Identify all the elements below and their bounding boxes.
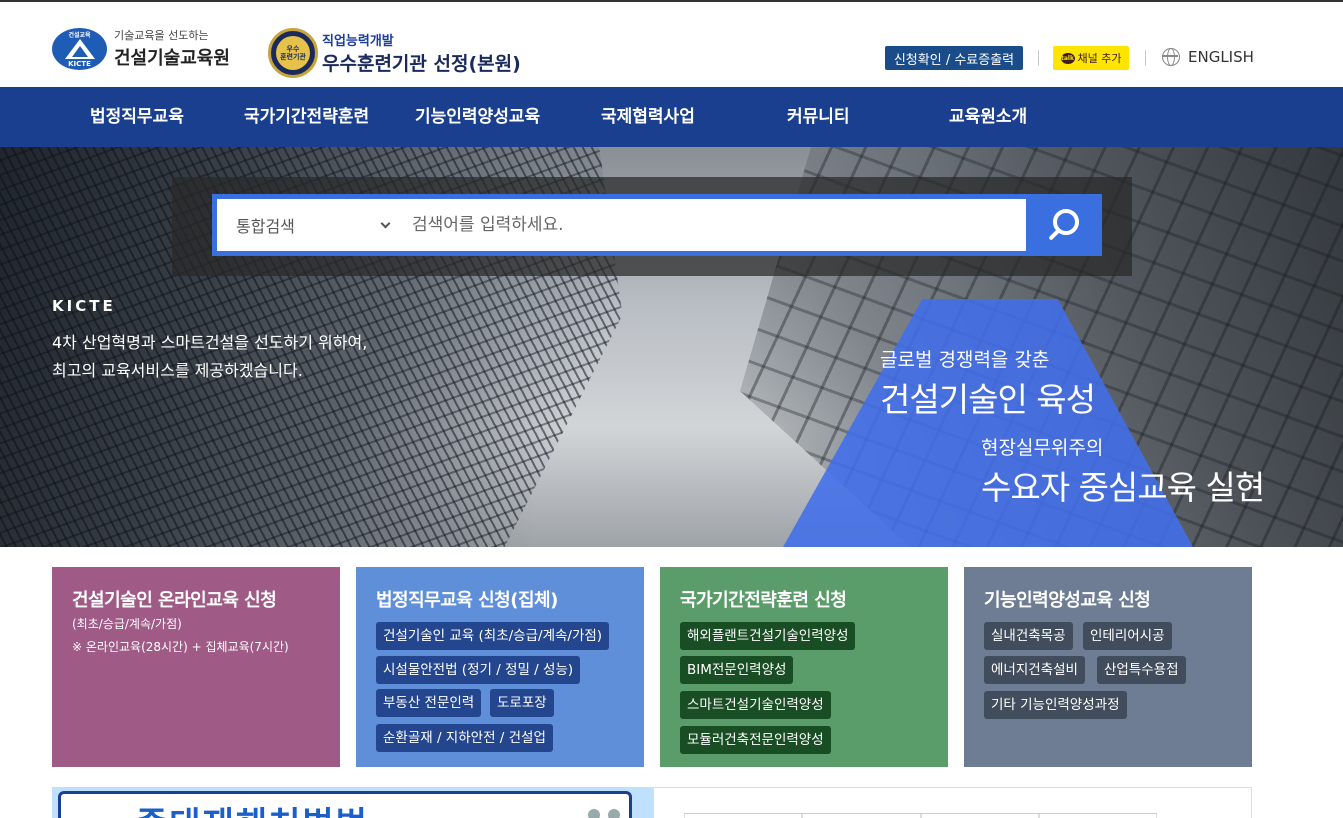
slider-dot[interactable] bbox=[608, 809, 620, 818]
card-title: 법정직무교육 신청(집체) bbox=[376, 590, 558, 611]
tag-interior-carpentry[interactable]: 실내건축목공 bbox=[984, 622, 1073, 650]
hero-brand: KICTE bbox=[52, 297, 116, 315]
tag-modular-construction[interactable]: 모듈러건축전문인력양성 bbox=[680, 726, 831, 754]
card-online-education[interactable]: 건설기술인 온라인교육 신청 (최초/승급/계속/가점) ※ 온라인교육(28시… bbox=[52, 567, 340, 767]
nav-item-community[interactable]: 커뮤니티 bbox=[787, 87, 850, 147]
hero-slogan-line2: 최고의 교육서비스를 제공하겠습니다. bbox=[52, 361, 303, 380]
header-separator bbox=[1038, 50, 1039, 66]
hero-right-line2: 건설기술인 육성 bbox=[880, 380, 1096, 419]
tag-road-paving[interactable]: 도로포장 bbox=[490, 689, 554, 717]
tag-smart-construction[interactable]: 스마트건설기술인력양성 bbox=[680, 691, 831, 719]
kicte-emblem-icon: 건설교육 KICTE bbox=[52, 27, 107, 70]
seal-line1: 우수 bbox=[286, 45, 300, 53]
language-label: ENGLISH bbox=[1188, 48, 1254, 66]
kakao-talk-icon: talk bbox=[1060, 52, 1075, 64]
search-category-select[interactable]: 통합검색 bbox=[236, 199, 394, 251]
hero-slogan-line1: 4차 산업혁명과 스마트건설을 선도하기 위하여, bbox=[52, 333, 368, 352]
slider-dot[interactable] bbox=[588, 809, 600, 818]
notice-board bbox=[653, 787, 1252, 818]
tag-interior-construction[interactable]: 인테리어시공 bbox=[1083, 622, 1172, 650]
emblem-bottom-text: KICTE bbox=[68, 59, 91, 68]
header-separator bbox=[1145, 50, 1146, 66]
promo-banner-text: 중대재해처벌법 bbox=[136, 797, 369, 818]
tag-construction-engineer-education[interactable]: 건설기술인 교육 (최초/승급/계속/가점) bbox=[376, 622, 610, 650]
tag-energy-building-equipment[interactable]: 에너지건축설비 bbox=[984, 656, 1085, 684]
card-skilled-worker-training[interactable]: 기능인력양성교육 신청 실내건축목공 인테리어시공 에너지건축설비 산업특수용접… bbox=[964, 567, 1252, 767]
kakao-channel-button[interactable]: talk 채널 추가 bbox=[1053, 46, 1129, 70]
tag-bim-expert[interactable]: BIM전문인력양성 bbox=[680, 656, 794, 684]
excellent-seal-icon: 우수 훈련기관 bbox=[268, 28, 318, 78]
nav-item-skilled-worker-training[interactable]: 기능인력양성교육 bbox=[415, 87, 540, 147]
card-title: 기능인력양성교육 신청 bbox=[984, 590, 1151, 611]
card-subtitle: (최초/승급/계속/가점) bbox=[72, 617, 182, 631]
certificate-button[interactable]: 신청확인 / 수료증출력 bbox=[885, 46, 1023, 70]
card-note: ※ 온라인교육(28시간) + 집체교육(7시간) bbox=[72, 640, 289, 654]
chevron-down-icon bbox=[380, 218, 391, 228]
tag-overseas-plant[interactable]: 해외플랜트건설기술인력양성 bbox=[680, 622, 856, 650]
logo-title: 건설기술교육원 bbox=[114, 48, 230, 69]
card-legal-duty-education[interactable]: 법정직무교육 신청(집체) 건설기술인 교육 (최초/승급/계속/가점) 시설물… bbox=[356, 567, 644, 767]
site-header: 건설교육 KICTE 기술교육을 선도하는 건설기술교육원 우수 훈련기관 직업… bbox=[0, 2, 1343, 87]
hero-slogan: 4차 산업혁명과 스마트건설을 선도하기 위하여, 최고의 교육서비스를 제공하… bbox=[52, 329, 367, 385]
card-title: 건설기술인 온라인교육 신청 bbox=[72, 590, 277, 611]
main-navigation: 법정직무교육 국가기간전략훈련 기능인력양성교육 국제협력사업 커뮤니티 교육원… bbox=[0, 87, 1343, 147]
tag-real-estate-expert[interactable]: 부동산 전문인력 bbox=[376, 689, 482, 717]
tag-recycled-aggregate[interactable]: 순환골재 / 지하안전 / 건설업 bbox=[376, 724, 553, 752]
nav-item-about[interactable]: 교육원소개 bbox=[949, 87, 1027, 147]
hero-right-line1: 글로벌 경쟁력을 갖춘 bbox=[880, 349, 1050, 371]
search-category-value: 통합검색 bbox=[236, 217, 295, 236]
seal-line2: 훈련기관 bbox=[280, 53, 306, 61]
tag-other-skilled-courses[interactable]: 기타 기능인력양성과정 bbox=[984, 691, 1127, 719]
card-national-strategic-training[interactable]: 국가기간전략훈련 신청 해외플랜트건설기술인력양성 BIM전문인력양성 스마트건… bbox=[660, 567, 948, 767]
promo-banner[interactable]: 중대재해처벌법 bbox=[52, 787, 653, 818]
kakao-channel-label: 채널 추가 bbox=[1077, 52, 1122, 65]
search-input[interactable] bbox=[400, 199, 1020, 251]
nav-item-national-strategic-training[interactable]: 국가기간전략훈련 bbox=[244, 87, 369, 147]
search-icon bbox=[1053, 209, 1079, 235]
tag-facility-safety-law[interactable]: 시설물안전법 (정기 / 정밀 / 성능) bbox=[376, 656, 581, 684]
card-title: 국가기간전략훈련 신청 bbox=[680, 590, 847, 611]
badge-subtitle: 직업능력개발 bbox=[322, 34, 394, 49]
nav-item-international-cooperation[interactable]: 국제협력사업 bbox=[601, 87, 695, 147]
nav-item-legal-duty-education[interactable]: 법정직무교육 bbox=[90, 87, 184, 147]
emblem-top-text: 건설교육 bbox=[68, 31, 91, 39]
notice-board-tabs[interactable] bbox=[684, 813, 1157, 818]
hero-right-line4: 수요자 중심교육 실현 bbox=[981, 468, 1265, 507]
hero-right-line3: 현장실무위주의 bbox=[981, 437, 1104, 459]
excellent-training-badge[interactable]: 우수 훈련기관 직업능력개발 우수훈련기관 선정(본원) bbox=[268, 28, 521, 78]
logo-subtitle: 기술교육을 선도하는 bbox=[114, 29, 209, 42]
globe-icon bbox=[1162, 48, 1180, 66]
language-english-link[interactable]: ENGLISH bbox=[1162, 48, 1254, 66]
badge-title: 우수훈련기관 선정(본원) bbox=[322, 53, 521, 75]
search-button[interactable] bbox=[1026, 194, 1102, 256]
tag-industrial-welding[interactable]: 산업특수용접 bbox=[1097, 656, 1186, 684]
kicte-logo[interactable]: 건설교육 KICTE 기술교육을 선도하는 건설기술교육원 bbox=[52, 27, 230, 70]
